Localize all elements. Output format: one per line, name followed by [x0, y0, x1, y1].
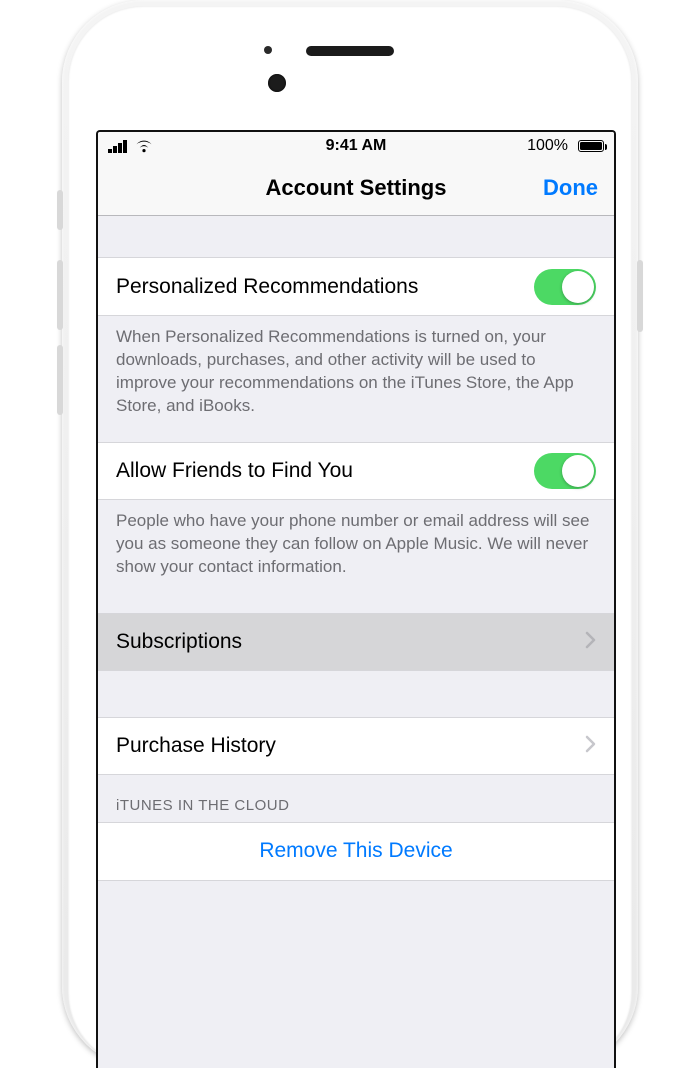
section-spacer: [98, 671, 614, 717]
purchase-history-row[interactable]: Purchase History: [98, 717, 614, 775]
allow-friends-footer: People who have your phone number or ema…: [98, 500, 614, 613]
subscriptions-label: Subscriptions: [116, 630, 585, 654]
allow-friends-label: Allow Friends to Find You: [116, 459, 534, 483]
chevron-right-icon: [585, 629, 596, 655]
volume-down-button: [57, 345, 63, 415]
status-bar: 9:41 AM 100%: [98, 132, 614, 160]
remove-device-row[interactable]: Remove This Device: [98, 823, 614, 881]
navigation-bar: Account Settings Done: [98, 160, 614, 216]
allow-friends-row: Allow Friends to Find You: [98, 442, 614, 500]
chevron-right-icon: [585, 733, 596, 759]
done-button[interactable]: Done: [543, 175, 598, 201]
front-camera: [268, 74, 286, 92]
itunes-cloud-header: iTUNES IN THE CLOUD: [98, 775, 614, 823]
proximity-sensor: [264, 46, 272, 54]
device-frame: 9:41 AM 100% Account Settings Done: [62, 0, 638, 1068]
power-button: [637, 260, 643, 332]
settings-list[interactable]: Personalized Recommendations When Person…: [98, 216, 614, 1068]
status-time: 9:41 AM: [326, 137, 387, 155]
battery-percentage: 100%: [527, 137, 568, 155]
purchase-history-label: Purchase History: [116, 734, 585, 758]
allow-friends-toggle[interactable]: [534, 453, 596, 489]
screen: 9:41 AM 100% Account Settings Done: [96, 130, 616, 1068]
cellular-signal-icon: [108, 140, 128, 153]
personalized-recommendations-toggle[interactable]: [534, 269, 596, 305]
page-title: Account Settings: [98, 175, 614, 201]
personalized-recommendations-label: Personalized Recommendations: [116, 275, 534, 299]
remove-device-label: Remove This Device: [116, 839, 596, 863]
earpiece-speaker: [306, 46, 394, 56]
volume-up-button: [57, 260, 63, 330]
mute-switch: [57, 190, 63, 230]
section-spacer: [98, 216, 614, 258]
wifi-icon: [134, 139, 154, 153]
battery-icon: [574, 140, 604, 152]
personalized-recommendations-row: Personalized Recommendations: [98, 258, 614, 316]
personalized-recommendations-footer: When Personalized Recommendations is tur…: [98, 316, 614, 442]
subscriptions-row[interactable]: Subscriptions: [98, 613, 614, 671]
